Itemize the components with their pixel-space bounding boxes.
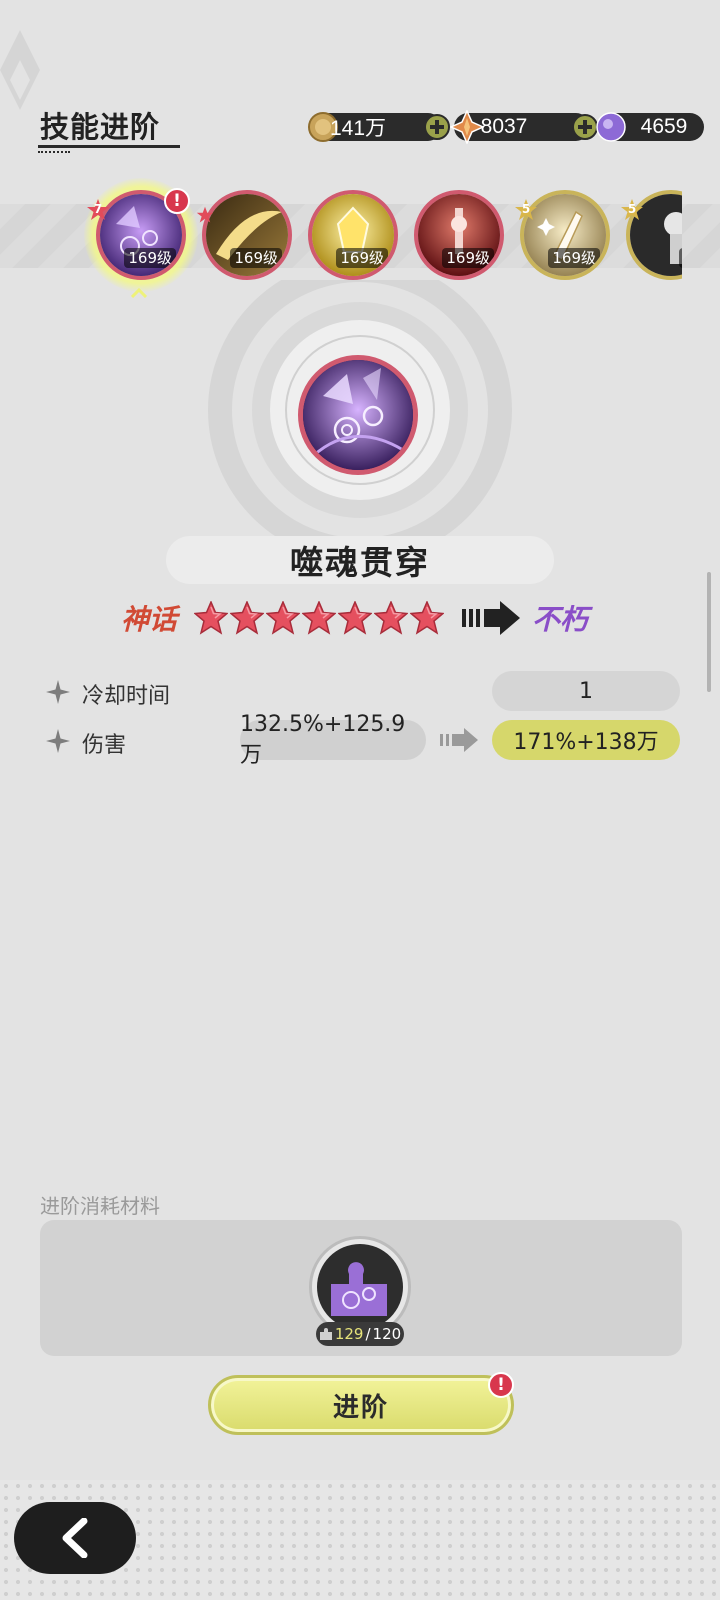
sparkle-icon bbox=[46, 680, 70, 704]
damage-next: 171%+138万 bbox=[492, 720, 680, 760]
star-icon bbox=[266, 601, 300, 635]
star-icon bbox=[196, 206, 214, 223]
scrollbar[interactable] bbox=[707, 572, 711, 692]
stat-label-cooldown: 冷却时间 bbox=[82, 684, 171, 709]
skill-level: 169级 bbox=[548, 248, 600, 268]
plus-icon bbox=[430, 120, 444, 134]
back-button[interactable] bbox=[14, 1502, 136, 1574]
resource-coin: 141万 bbox=[308, 112, 450, 142]
soul-orb-value: 4659 bbox=[640, 115, 688, 138]
grade-next: 不朽 bbox=[532, 603, 589, 636]
crystal-value: 8037 bbox=[480, 115, 528, 138]
skill-level: 169级 bbox=[336, 248, 388, 268]
star-icon bbox=[374, 601, 408, 635]
page-title: 技能进阶 bbox=[40, 110, 161, 144]
advance-button-label: 进阶 bbox=[332, 1392, 389, 1423]
title-dots bbox=[38, 151, 70, 153]
skill-slot-3[interactable]: 169级 bbox=[308, 190, 398, 280]
skill-fragment-icon bbox=[331, 1262, 387, 1316]
skill-slot-2[interactable]: 169级 bbox=[202, 190, 292, 280]
skill-slot-4[interactable]: 169级 bbox=[414, 190, 504, 280]
plus-icon bbox=[578, 120, 592, 134]
materials-title: 进阶消耗材料 bbox=[40, 1194, 160, 1218]
star-icon bbox=[302, 601, 336, 635]
material-separator: / bbox=[365, 1325, 371, 1343]
star-rank-badge: 7 bbox=[86, 198, 110, 222]
star-icon bbox=[410, 601, 444, 635]
soul-orb-icon bbox=[596, 112, 626, 142]
skill-name: 噬魂贯穿 bbox=[166, 536, 554, 584]
star-icon bbox=[194, 601, 228, 635]
material-need: 120 bbox=[372, 1325, 402, 1343]
star-icon bbox=[338, 601, 372, 635]
star-rank-badge: 5 bbox=[620, 198, 644, 222]
cooldown-value: 1 bbox=[492, 671, 680, 711]
skill-level: 16 bbox=[678, 248, 682, 268]
arrow-right-icon bbox=[440, 728, 478, 752]
star-icon bbox=[230, 601, 264, 635]
star-rank-badge: 5 bbox=[514, 198, 538, 222]
purple-rose-skill-icon bbox=[303, 360, 413, 470]
selected-caret-icon bbox=[131, 288, 147, 298]
grade-current: 神话 bbox=[121, 603, 178, 636]
resource-soul-orb: 4659 bbox=[596, 112, 704, 142]
damage-current: 132.5%+125.9万 bbox=[240, 712, 426, 768]
title-underline bbox=[38, 145, 180, 148]
chevron-left-icon bbox=[62, 1518, 88, 1558]
skill-level: 169级 bbox=[230, 248, 282, 268]
material-have: 129 bbox=[334, 1325, 364, 1343]
alert-badge: ! bbox=[488, 1372, 514, 1398]
stat-label-damage: 伤害 bbox=[82, 733, 127, 758]
upgrade-arrow-icon bbox=[462, 601, 520, 635]
material-count: 129/120 bbox=[316, 1322, 404, 1346]
skill-level: 169级 bbox=[124, 248, 176, 268]
coin-value: 141万 bbox=[329, 117, 387, 140]
alert-badge: ! bbox=[164, 188, 190, 214]
puzzle-icon bbox=[319, 1328, 332, 1340]
add-coin-button[interactable] bbox=[424, 114, 450, 140]
advance-button[interactable]: 进阶 bbox=[208, 1375, 514, 1435]
skill-level: 169级 bbox=[442, 248, 494, 268]
sparkle-icon bbox=[46, 729, 70, 753]
resource-crystal: 8037 bbox=[450, 110, 598, 144]
selected-skill-icon bbox=[298, 355, 418, 475]
